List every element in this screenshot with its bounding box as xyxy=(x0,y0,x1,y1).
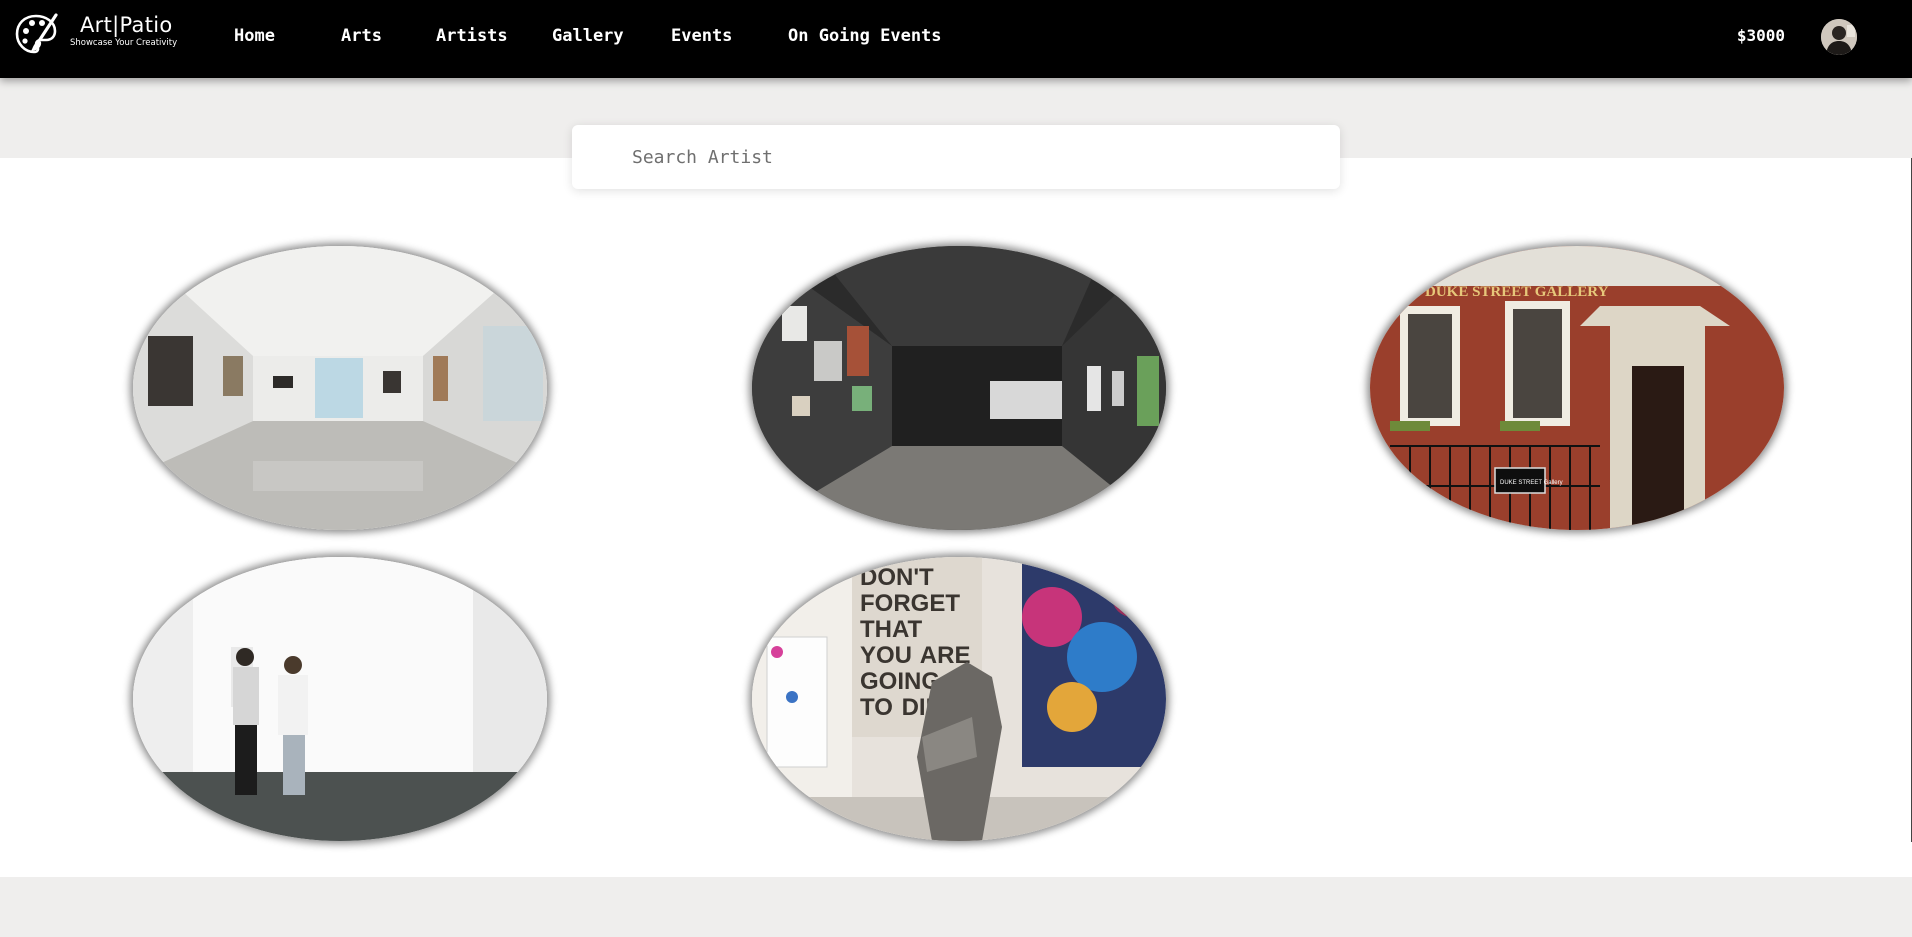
nav-home[interactable]: Home xyxy=(234,26,275,46)
nav-events[interactable]: Events xyxy=(671,26,732,46)
brand-title[interactable]: Art|Patio xyxy=(80,13,173,37)
gallery-card-dark-corridor[interactable] xyxy=(752,246,1166,530)
gallery-sign-text: DUKE STREET GALLERY xyxy=(1425,284,1609,300)
search-artist-input[interactable] xyxy=(632,141,1312,173)
user-avatar[interactable] xyxy=(1821,19,1857,55)
search-box[interactable] xyxy=(572,125,1340,189)
nav-gallery[interactable]: Gallery xyxy=(552,26,624,46)
nav-arts[interactable]: Arts xyxy=(341,26,382,46)
top-navbar: Art|Patio Showcase Your Creativity Home … xyxy=(0,0,1912,78)
gallery-plaque-text: DUKE STREET Gallery xyxy=(1500,480,1563,486)
wallet-balance: $3000 xyxy=(1736,26,1785,45)
nav-artists[interactable]: Artists xyxy=(436,26,508,46)
nav-ongoing-events[interactable]: On Going Events xyxy=(788,26,942,46)
brand-tagline: Showcase Your Creativity xyxy=(70,38,178,48)
gallery-card-installation[interactable]: DON'T FORGET THAT YOU ARE GOING TO DIE xyxy=(752,557,1166,841)
gallery-card-couple-viewing[interactable] xyxy=(133,557,547,841)
gallery-card-duke-street[interactable]: DUKE STREET GALLERY DUKE STREET Gallery xyxy=(1370,246,1784,530)
gallery-card-white-hall[interactable] xyxy=(133,246,547,530)
palette-brush-icon[interactable] xyxy=(12,11,60,59)
